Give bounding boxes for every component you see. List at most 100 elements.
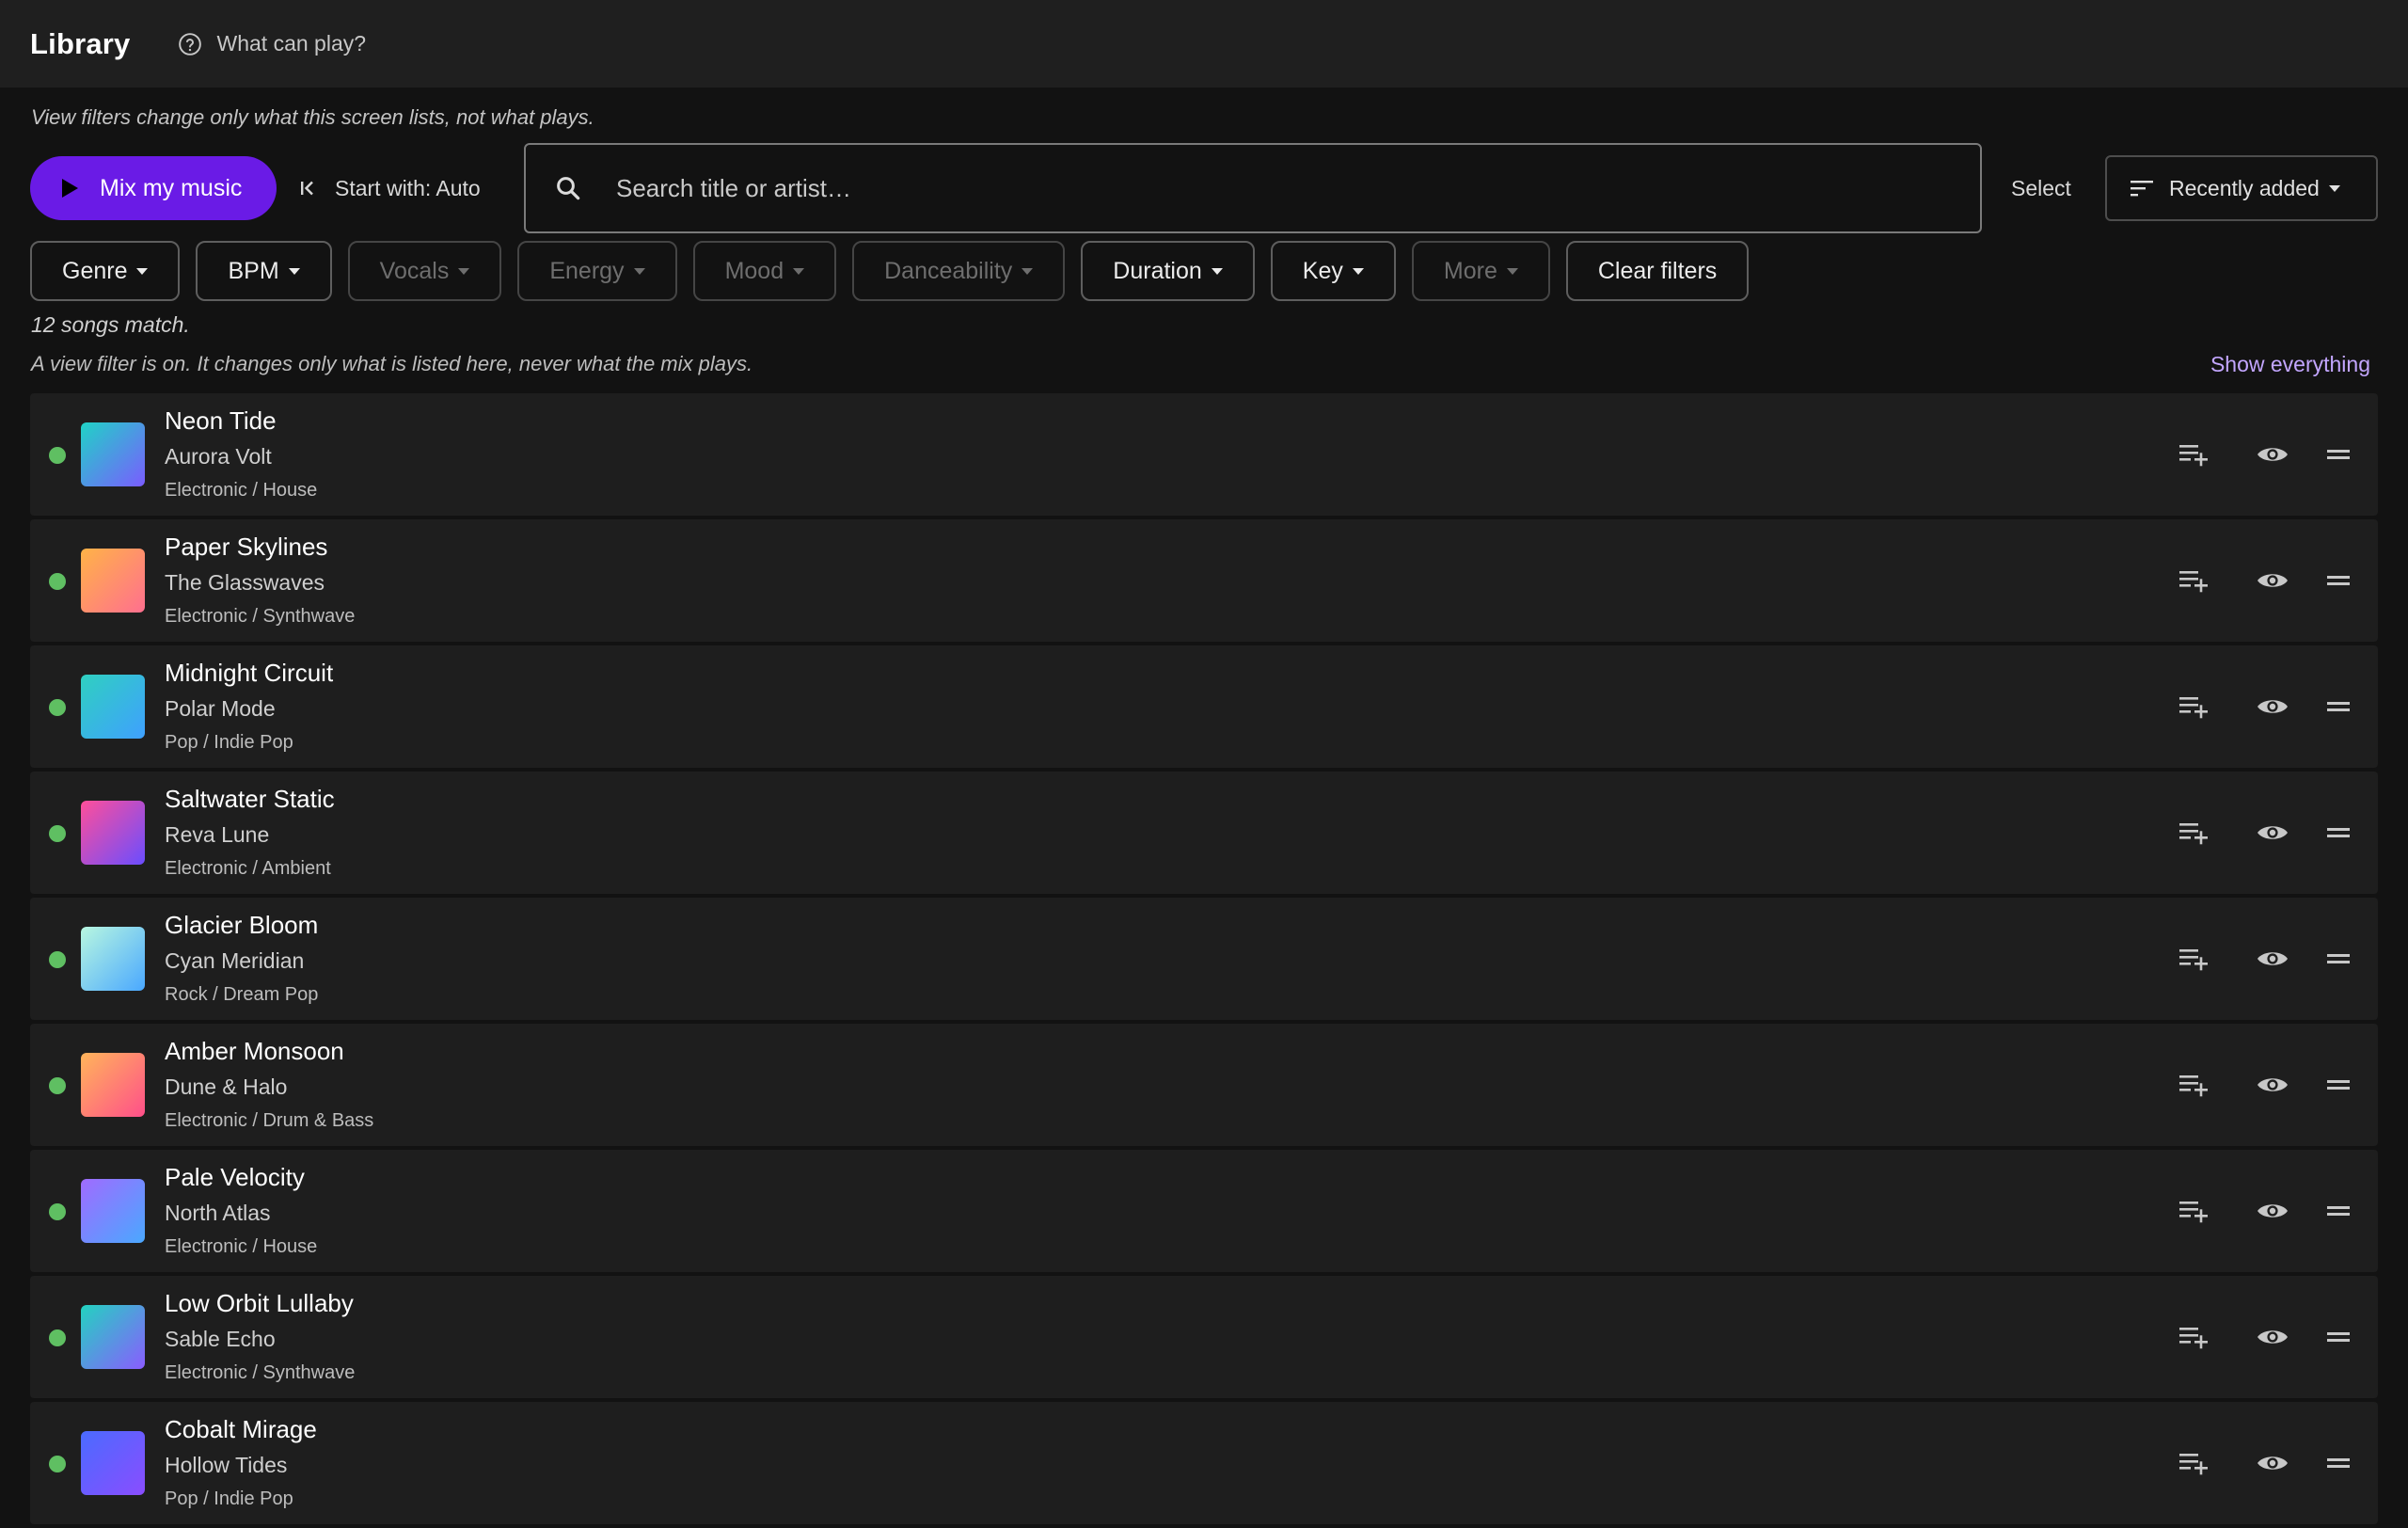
song-list: Neon Tide Aurora Volt Electronic / House… <box>30 393 2378 1528</box>
chevron-down-icon <box>1352 267 1364 275</box>
add-to-queue-icon[interactable] <box>2175 688 2212 725</box>
filter-bpm[interactable]: BPM <box>196 241 332 301</box>
help-circle-icon <box>178 32 201 56</box>
eye-icon[interactable] <box>2254 562 2291 599</box>
album-art <box>81 1305 145 1369</box>
song-title: Cobalt Mirage <box>165 1415 317 1443</box>
song-genre: Pop / Indie Pop <box>165 1488 293 1509</box>
song-genre: Electronic / Synthwave <box>165 1362 356 1383</box>
search-input[interactable] <box>614 172 1931 204</box>
status-dot <box>49 1203 66 1220</box>
list-item[interactable]: Neon Tide Aurora Volt Electronic / House <box>30 393 2378 516</box>
filter-mood[interactable]: Mood <box>692 241 837 301</box>
filter-danceability[interactable]: Danceability <box>852 241 1066 301</box>
album-art <box>81 549 145 613</box>
list-item[interactable]: Glacier Bloom Cyan Meridian Rock / Dream… <box>30 898 2378 1020</box>
drag-handle-icon[interactable] <box>2320 940 2357 978</box>
match-count: 12 songs match. <box>31 312 190 337</box>
drag-handle-icon[interactable] <box>2320 1066 2357 1104</box>
album-art <box>81 675 145 739</box>
drag-handle-icon[interactable] <box>2320 814 2357 852</box>
song-title: Midnight Circuit <box>165 659 334 687</box>
drag-handle-icon[interactable] <box>2320 1444 2357 1482</box>
drag-handle-icon[interactable] <box>2320 1318 2357 1356</box>
filter-genre[interactable]: Genre <box>30 241 181 301</box>
song-title: Neon Tide <box>165 406 277 435</box>
sort-dropdown[interactable]: Recently added <box>2105 155 2378 221</box>
list-item[interactable]: Midnight Circuit Polar Mode Pop / Indie … <box>30 645 2378 768</box>
add-to-queue-icon[interactable] <box>2175 436 2212 473</box>
help-label: What can play? <box>216 31 367 56</box>
chevron-down-icon <box>633 267 645 275</box>
status-dot <box>49 1329 66 1346</box>
list-item[interactable]: Paper Skylines The Glasswaves Electronic… <box>30 519 2378 642</box>
song-artist: North Atlas <box>165 1201 271 1225</box>
add-to-queue-icon[interactable] <box>2175 1444 2212 1482</box>
status-dot <box>49 1456 66 1472</box>
list-item[interactable]: Pale Velocity North Atlas Electronic / H… <box>30 1150 2378 1272</box>
clear-filters-button[interactable]: Clear filters <box>1565 241 1750 301</box>
album-art <box>81 1053 145 1117</box>
song-artist: Dune & Halo <box>165 1074 288 1099</box>
add-to-queue-icon[interactable] <box>2175 1066 2212 1104</box>
drag-handle-icon[interactable] <box>2320 436 2357 473</box>
help-button[interactable]: What can play? <box>178 31 367 56</box>
filter-label: BPM <box>228 257 279 284</box>
eye-icon[interactable] <box>2254 436 2291 473</box>
list-item[interactable]: Cobalt Mirage Hollow Tides Pop / Indie P… <box>30 1402 2378 1524</box>
list-item[interactable]: Saltwater Static Reva Lune Electronic / … <box>30 772 2378 894</box>
filter-label: Energy <box>549 257 625 284</box>
search-box <box>524 143 1982 233</box>
eye-icon[interactable] <box>2254 1318 2291 1356</box>
drag-handle-icon[interactable] <box>2320 562 2357 599</box>
list-item[interactable]: Low Orbit Lullaby Sable Echo Electronic … <box>30 1276 2378 1398</box>
drag-handle-icon[interactable] <box>2320 1192 2357 1230</box>
filter-more[interactable]: More <box>1411 241 1550 301</box>
song-genre: Electronic / Synthwave <box>165 606 356 627</box>
add-to-queue-icon[interactable] <box>2175 814 2212 852</box>
add-to-queue-icon[interactable] <box>2175 1192 2212 1230</box>
sort-icon <box>2131 181 2153 197</box>
row-actions <box>2175 940 2357 978</box>
add-to-queue-icon[interactable] <box>2175 940 2212 978</box>
filter-energy[interactable]: Energy <box>517 241 677 301</box>
filter-label: Duration <box>1113 257 1202 284</box>
add-to-queue-icon[interactable] <box>2175 562 2212 599</box>
page-title: Library <box>30 26 131 60</box>
eye-icon[interactable] <box>2254 1444 2291 1482</box>
mix-my-music-button[interactable]: Mix my music <box>30 156 277 220</box>
album-art <box>81 1179 145 1243</box>
list-item[interactable]: Amber Monsoon Dune & Halo Electronic / D… <box>30 1024 2378 1146</box>
eye-icon[interactable] <box>2254 1066 2291 1104</box>
filter-key[interactable]: Key <box>1270 241 1396 301</box>
chevron-down-icon <box>458 267 470 275</box>
start-with-button[interactable]: Start with: Auto <box>299 156 481 220</box>
song-artist: Sable Echo <box>165 1327 276 1351</box>
filter-label: Danceability <box>884 257 1013 284</box>
song-genre: Rock / Dream Pop <box>165 984 319 1005</box>
filter-label: Genre <box>62 257 128 284</box>
add-to-queue-icon[interactable] <box>2175 1318 2212 1356</box>
drag-handle-icon[interactable] <box>2320 688 2357 725</box>
filter-chips: Genre BPM Vocals Energy Mood Danceabilit… <box>30 241 1750 301</box>
song-artist: The Glasswaves <box>165 570 325 595</box>
select-button[interactable]: Select <box>2011 156 2071 220</box>
eye-icon[interactable] <box>2254 940 2291 978</box>
eye-icon[interactable] <box>2254 688 2291 725</box>
album-art <box>81 422 145 486</box>
album-art <box>81 1431 145 1495</box>
filter-vocals[interactable]: Vocals <box>347 241 502 301</box>
row-actions <box>2175 1444 2357 1482</box>
play-icon <box>62 179 78 198</box>
top-bar: Library What can play? <box>0 0 2408 88</box>
song-artist: Aurora Volt <box>165 444 272 469</box>
row-actions <box>2175 1066 2357 1104</box>
show-everything-link[interactable]: Show everything <box>2210 352 2370 377</box>
filter-duration[interactable]: Duration <box>1081 241 1255 301</box>
eye-icon[interactable] <box>2254 814 2291 852</box>
eye-icon[interactable] <box>2254 1192 2291 1230</box>
skip-previous-icon <box>301 181 313 196</box>
row-actions <box>2175 1192 2357 1230</box>
row-actions <box>2175 436 2357 473</box>
status-dot <box>49 825 66 842</box>
